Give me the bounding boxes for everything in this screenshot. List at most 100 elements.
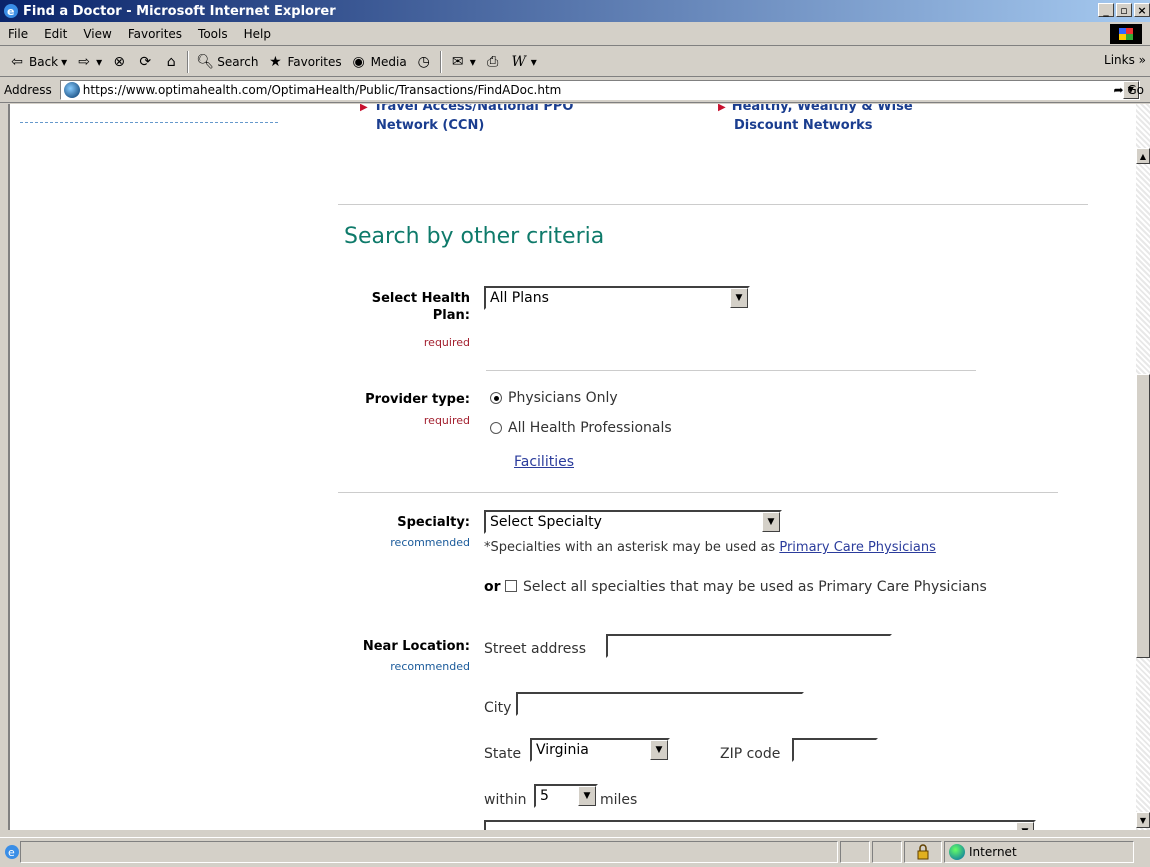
- history-icon: ◷: [417, 53, 430, 70]
- back-arrow-icon: ⇦: [11, 53, 23, 70]
- edit-word-button[interactable]: W ▾: [506, 49, 541, 75]
- menu-view[interactable]: View: [75, 27, 119, 41]
- primary-care-link[interactable]: Primary Care Physicians: [779, 540, 936, 555]
- link-line1: Travel Access/National PPO: [373, 104, 574, 114]
- minimize-button[interactable]: _: [1098, 3, 1114, 17]
- home-icon: ⌂: [166, 53, 176, 70]
- recommended-note: recommended: [390, 536, 470, 549]
- toolbar-separator: [187, 50, 190, 73]
- health-plan-value: All Plans: [490, 290, 549, 306]
- radio-unselected-icon: [490, 422, 502, 434]
- link-travel-access[interactable]: ▶ Travel Access/National PPO Network (CCN…: [360, 104, 573, 135]
- sidebar-divider: [20, 122, 278, 123]
- provider-type-label: Provider type:: [365, 392, 470, 407]
- recommended-note: recommended: [390, 660, 470, 673]
- links-button[interactable]: Links »: [1104, 53, 1146, 67]
- address-input[interactable]: https://www.optimahealth.com/OptimaHealt…: [59, 79, 1140, 100]
- menu-help[interactable]: Help: [236, 27, 279, 41]
- address-label: Address: [4, 82, 52, 97]
- zip-label: ZIP code: [720, 746, 781, 762]
- link-line2: Discount Networks: [734, 118, 873, 133]
- mail-icon: ✉: [451, 53, 464, 70]
- address-bar: Address https://www.optimahealth.com/Opt…: [0, 77, 1150, 103]
- specialty-select[interactable]: Select Specialty ▼: [484, 510, 782, 534]
- section-title: Search by other criteria: [344, 224, 605, 249]
- favorites-button[interactable]: ★ Favorites: [262, 49, 345, 75]
- pcp-checkbox-row: or Select all specialties that may be us…: [484, 576, 1044, 598]
- chevron-down-icon: ▾: [61, 54, 68, 69]
- link-line2: Network (CCN): [376, 118, 485, 133]
- forward-button[interactable]: ⇨ ▾: [71, 49, 106, 75]
- menu-favorites[interactable]: Favorites: [120, 27, 190, 41]
- menu-edit[interactable]: Edit: [36, 27, 75, 41]
- refresh-button[interactable]: ⟳: [132, 49, 158, 75]
- home-button[interactable]: ⌂: [158, 49, 184, 75]
- required-note: required: [423, 414, 470, 427]
- stop-button[interactable]: ⊗: [106, 49, 132, 75]
- zip-input[interactable]: [792, 738, 878, 762]
- or-label: or: [484, 579, 501, 595]
- status-cell: [840, 841, 870, 863]
- state-label: State: [484, 746, 522, 762]
- print-icon: ⎙: [487, 53, 499, 70]
- radio-selected-icon: [490, 392, 502, 404]
- city-label: City: [484, 700, 512, 716]
- state-value: Virginia: [536, 742, 589, 758]
- specialty-value: Select Specialty: [490, 514, 602, 530]
- dropdown-arrow-icon: ▼: [730, 288, 748, 308]
- maximize-button[interactable]: ▫: [1116, 3, 1132, 17]
- city-input[interactable]: [516, 692, 804, 716]
- security-zone: Internet: [944, 841, 1134, 863]
- distance-value: 5: [540, 788, 549, 804]
- radio-label: Physicians Only: [508, 390, 618, 406]
- radio-physicians-only[interactable]: Physicians Only: [490, 390, 618, 406]
- chevron-down-icon: ▾: [530, 54, 537, 69]
- facilities-link[interactable]: Facilities: [514, 454, 574, 470]
- hospital-select[interactable]: ▼: [484, 820, 1036, 830]
- page-content: ▶ Travel Access/National PPO Network (CCN…: [8, 104, 1136, 830]
- go-button[interactable]: ➦ Go: [1113, 83, 1144, 97]
- link-line1: Healthy, Wealthy & Wise: [731, 104, 913, 114]
- back-label: Back: [29, 54, 59, 69]
- divider: [486, 370, 976, 371]
- link-healthy-wealthy[interactable]: ▶ Healthy, Wealthy & Wise Discount Networ…: [718, 104, 913, 135]
- status-message: [20, 841, 838, 863]
- zone-label: Internet: [969, 845, 1017, 859]
- state-select[interactable]: Virginia ▼: [530, 738, 670, 762]
- media-label: Media: [370, 54, 407, 69]
- pcp-checkbox[interactable]: [504, 580, 517, 592]
- scroll-thumb[interactable]: [1136, 374, 1150, 658]
- dropdown-arrow-icon: ▼: [1016, 822, 1034, 830]
- divider: [338, 492, 1058, 493]
- pcp-checkbox-label: Select all specialties that may be used …: [522, 579, 987, 595]
- close-button[interactable]: ×: [1134, 3, 1150, 17]
- ie-logo-icon: e: [4, 4, 18, 18]
- toolbar: ⇦ Back ▾ ⇨ ▾ ⊗ ⟳ ⌂ 🔍︎ Search ★ Favorites…: [0, 47, 1150, 77]
- scroll-down-button[interactable]: ▼: [1136, 812, 1150, 828]
- media-icon: ◉: [352, 53, 365, 70]
- links-label: Links: [1104, 53, 1135, 67]
- street-address-input[interactable]: [606, 634, 892, 658]
- media-button[interactable]: ◉ Media: [346, 49, 411, 75]
- svg-text:e: e: [7, 5, 14, 18]
- scroll-up-button[interactable]: ▲: [1136, 148, 1150, 164]
- menu-tools[interactable]: Tools: [190, 27, 236, 41]
- secure-lock-icon: [904, 841, 942, 863]
- mail-button[interactable]: ✉ ▾: [445, 49, 480, 75]
- dropdown-arrow-icon: ▼: [650, 740, 668, 760]
- dropdown-arrow-icon: ▼: [578, 786, 596, 806]
- history-button[interactable]: ◷: [411, 49, 437, 75]
- health-plan-select[interactable]: All Plans ▼: [484, 286, 750, 310]
- print-button[interactable]: ⎙: [480, 49, 506, 75]
- menu-file[interactable]: File: [0, 27, 36, 41]
- back-button[interactable]: ⇦ Back ▾: [4, 49, 71, 75]
- radio-all-health-professionals[interactable]: All Health Professionals: [490, 420, 672, 436]
- vertical-scrollbar[interactable]: ▲ ▼: [1136, 104, 1150, 830]
- specialty-hint-text: *Specialties with an asterisk may be use…: [484, 540, 780, 555]
- stop-icon: ⊗: [113, 53, 126, 70]
- search-button[interactable]: 🔍︎ Search: [192, 49, 262, 75]
- word-icon: W: [511, 53, 526, 70]
- health-plan-label: Select Health Plan:: [371, 291, 470, 323]
- distance-select[interactable]: 5 ▼: [534, 784, 598, 808]
- toolbar-separator: [439, 50, 442, 73]
